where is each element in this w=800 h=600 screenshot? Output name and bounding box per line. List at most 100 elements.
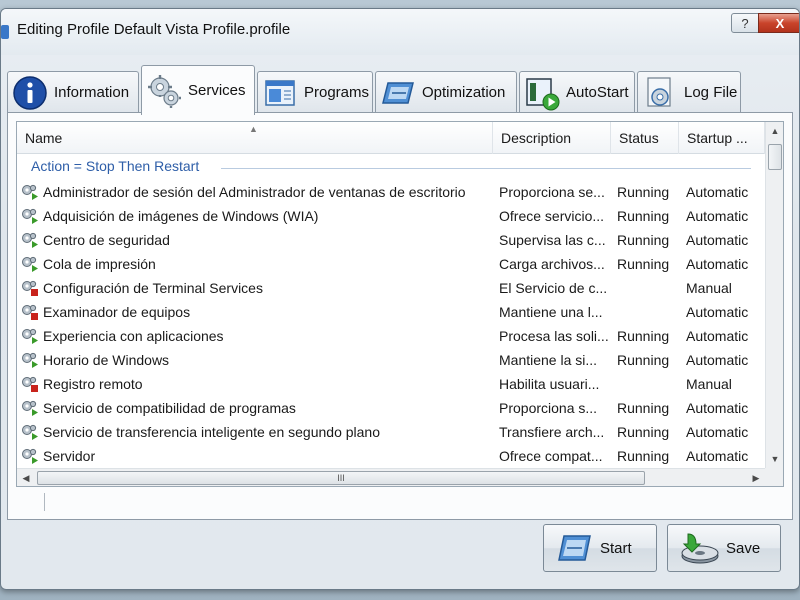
service-name: Servicio de compatibilidad de programas (43, 400, 296, 416)
column-header-description[interactable]: Description (493, 122, 611, 154)
service-status: Running (617, 328, 670, 344)
horizontal-scroll-thumb[interactable]: III (37, 471, 645, 485)
scroll-left-arrow-icon[interactable]: ◀ (17, 469, 35, 486)
service-name: Servicio de transferencia inteligente en… (43, 424, 381, 440)
rows-container: Administrador de sesión del Administrado… (17, 180, 765, 468)
service-startup-type: Automatic (686, 208, 749, 224)
scroll-down-arrow-icon[interactable]: ▼ (766, 450, 783, 468)
service-description: Procesa las soli... (499, 328, 609, 344)
table-row[interactable]: Servicio de compatibilidad de programas P… (17, 396, 765, 420)
tab-label: Optimization (422, 84, 506, 101)
tab-optimization[interactable]: Optimization (375, 71, 517, 113)
tab-label: AutoStart (566, 84, 629, 101)
service-description: Transfiere arch... (499, 424, 605, 440)
tab-log-file[interactable]: Log File (637, 71, 741, 113)
tab-programs[interactable]: Programs (257, 71, 373, 113)
vertical-scrollbar[interactable]: ▲ ▼ (765, 122, 783, 468)
autostart-play-icon (524, 75, 560, 111)
window-icon (1, 25, 9, 39)
save-button-label: Save (726, 539, 761, 557)
service-startup-type: Automatic (686, 256, 749, 272)
service-name: Centro de seguridad (43, 232, 170, 248)
service-running-icon (21, 256, 39, 272)
services-panel: Name ▲ Description Status Startup ... Ac… (7, 112, 793, 520)
service-description: Ofrece servicio... (499, 208, 605, 224)
scrollbar-corner (765, 468, 783, 486)
service-startup-type: Automatic (686, 448, 749, 464)
service-description: Supervisa las c... (499, 232, 606, 248)
optimization-icon (380, 75, 416, 111)
service-name: Servidor (43, 448, 96, 464)
service-status (617, 276, 683, 300)
service-name: Experiencia con aplicaciones (43, 328, 224, 344)
service-startup-type: Automatic (686, 232, 749, 248)
table-row[interactable]: Horario de Windows Mantiene la si... Runni… (17, 348, 765, 372)
column-header-startup[interactable]: Startup ... (679, 122, 765, 154)
scroll-up-arrow-icon[interactable]: ▲ (766, 122, 783, 140)
service-running-icon (21, 424, 39, 440)
service-name: Cola de impresión (43, 256, 156, 272)
table-row[interactable]: Registro remoto Habilita usuari... Manual (17, 372, 765, 396)
service-status: Running (617, 232, 670, 248)
table-row[interactable]: Centro de seguridad Supervisa las c... Run… (17, 228, 765, 252)
tab-label: Programs (304, 84, 370, 101)
service-running-icon (21, 184, 39, 200)
group-header[interactable]: Action = Stop Then Restart (31, 158, 751, 178)
tab-information[interactable]: Information (7, 71, 139, 113)
status-bar (16, 491, 784, 513)
horizontal-scrollbar[interactable]: ◀ III ▶ (17, 468, 765, 486)
service-status: Running (617, 448, 670, 464)
service-running-icon (21, 352, 39, 368)
group-label: Action = Stop Then Restart (31, 158, 200, 174)
service-stopped-icon (21, 376, 39, 392)
service-startup-type: Manual (686, 280, 732, 296)
close-button[interactable]: X (758, 13, 799, 33)
service-status (617, 372, 683, 396)
table-row[interactable]: Configuración de Terminal Services El Ser… (17, 276, 765, 300)
service-name: Adquisición de imágenes de Windows (WIA) (43, 208, 319, 224)
table-row[interactable]: Cola de impresión Carga archivos... Runnin… (17, 252, 765, 276)
service-description: Proporciona s... (499, 400, 598, 416)
column-header-status[interactable]: Status (611, 122, 679, 154)
programs-window-icon (262, 75, 298, 111)
service-startup-type: Automatic (686, 400, 749, 416)
title-bar[interactable]: Editing Profile Default Vista Profile.pr… (1, 9, 799, 55)
service-status: Running (617, 184, 670, 200)
save-disk-icon (678, 530, 720, 566)
service-status (617, 300, 683, 324)
scroll-right-arrow-icon[interactable]: ▶ (747, 469, 765, 486)
tab-autostart[interactable]: AutoStart (519, 71, 635, 113)
save-button[interactable]: Save (667, 524, 781, 572)
start-icon (556, 533, 592, 563)
start-button[interactable]: Start (543, 524, 657, 572)
service-name: Configuración de Terminal Services (43, 280, 263, 296)
tab-strip: Information Services Programs Optimizati… (7, 65, 797, 115)
service-running-icon (21, 232, 39, 248)
table-row[interactable]: Administrador de sesión del Administrado… (17, 180, 765, 204)
table-row[interactable]: Servidor Ofrece compat... Running Automatic (17, 444, 765, 468)
service-startup-type: Automatic (686, 328, 749, 344)
vertical-scroll-thumb[interactable] (768, 144, 782, 170)
list-header: Name ▲ Description Status Startup ... (17, 122, 765, 154)
service-description: Habilita usuari... (499, 376, 600, 392)
service-description: Ofrece compat... (499, 448, 603, 464)
tab-label: Log File (684, 84, 738, 101)
table-row[interactable]: Servicio de transferencia inteligente en… (17, 420, 765, 444)
service-status: Running (617, 400, 670, 416)
profile-editor-window: Editing Profile Default Vista Profile.pr… (0, 8, 800, 590)
service-name: Registro remoto (43, 376, 143, 392)
service-description: Mantiene una l... (499, 304, 603, 320)
service-status: Running (617, 256, 670, 272)
gears-icon (146, 73, 182, 109)
service-description: Mantiene la si... (499, 352, 598, 368)
tab-services[interactable]: Services (141, 65, 255, 115)
service-startup-type: Automatic (686, 184, 749, 200)
table-row[interactable]: Adquisición de imágenes de Windows (WIA)… (17, 204, 765, 228)
table-row[interactable]: Experiencia con aplicaciones Procesa las … (17, 324, 765, 348)
table-row[interactable]: Examinador de equipos Mantiene una l... Au… (17, 300, 765, 324)
help-button[interactable]: ? (731, 13, 759, 33)
service-startup-type: Automatic (686, 424, 749, 440)
services-list[interactable]: Name ▲ Description Status Startup ... Ac… (16, 121, 784, 487)
service-description: Proporciona se... (499, 184, 605, 200)
service-stopped-icon (21, 280, 39, 296)
